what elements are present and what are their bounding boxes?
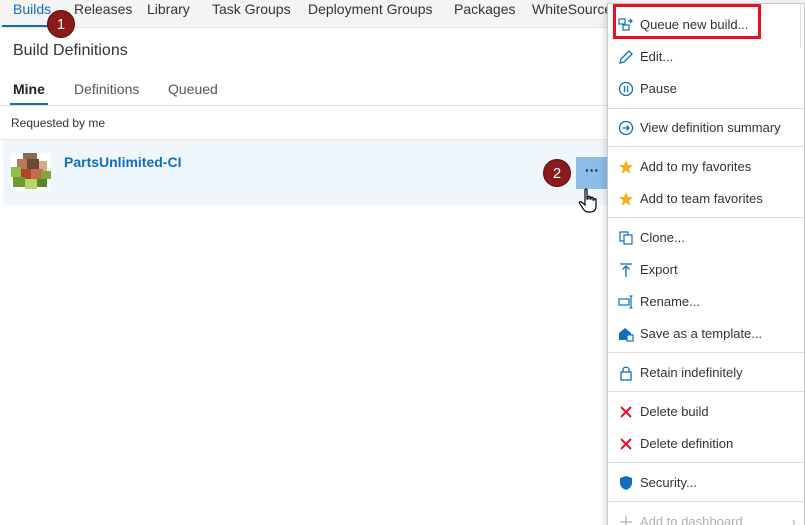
export-icon	[620, 263, 632, 277]
menu-item-security[interactable]: Security...	[608, 469, 804, 497]
menu-separator	[608, 217, 804, 218]
delete-icon	[620, 406, 632, 418]
menu-scroll-edge	[800, 3, 805, 48]
menu-item-clone[interactable]: Clone...	[608, 224, 804, 252]
menu-item-label: Delete build	[640, 404, 709, 419]
more-actions-button[interactable]: ···	[576, 157, 608, 189]
menu-item-label: Pause	[640, 81, 677, 96]
definition-row[interactable]: PartsUnlimited-CI ···	[3, 140, 608, 205]
menu-item-label: Save as a template...	[640, 326, 763, 341]
menu-item-view-definition-summary[interactable]: View definition summary	[608, 114, 804, 142]
menu-item-add-to-dashboard[interactable]: Add to dashboard ›	[608, 508, 804, 525]
menu-item-label: Rename...	[640, 294, 700, 309]
menu-item-label: Add to team favorites	[640, 191, 763, 206]
tab-deployment-groups[interactable]: Deployment Groups	[308, 0, 433, 28]
menu-item-rename[interactable]: Rename...	[608, 288, 804, 316]
menu-separator	[608, 501, 804, 502]
definition-name-link[interactable]: PartsUnlimited-CI	[64, 154, 181, 170]
menu-item-save-as-template[interactable]: Save as a template...	[608, 320, 804, 348]
menu-item-retain-indefinitely[interactable]: Retain indefinitely	[608, 359, 804, 387]
menu-item-pause[interactable]: Pause	[608, 75, 804, 103]
menu-item-label: View definition summary	[640, 120, 781, 135]
menu-item-delete-build[interactable]: Delete build	[608, 398, 804, 426]
menu-separator	[608, 352, 804, 353]
menu-item-label: Delete definition	[640, 436, 734, 451]
menu-item-label: Edit...	[640, 49, 674, 64]
callout-highlight-box	[613, 4, 761, 39]
subtab-queued[interactable]: Queued	[168, 81, 218, 97]
menu-separator	[608, 108, 804, 109]
page-title: Build Definitions	[13, 42, 128, 59]
menu-item-label: Add to dashboard	[640, 514, 743, 525]
menu-item-edit[interactable]: Edit...	[608, 43, 804, 71]
hand-cursor-icon	[578, 188, 597, 213]
subtab-definitions[interactable]: Definitions	[74, 81, 139, 97]
menu-item-delete-definition[interactable]: Delete definition	[608, 430, 804, 458]
menu-item-add-to-team-favorites[interactable]: Add to team favorites	[608, 185, 804, 213]
tab-whitesource[interactable]: WhiteSource	[532, 0, 612, 28]
template-icon	[619, 328, 634, 342]
callout-badge-1: 1	[47, 10, 75, 38]
shield-icon	[620, 476, 632, 490]
menu-separator	[608, 146, 804, 147]
pencil-icon	[619, 50, 633, 64]
chevron-right-icon: ›	[791, 514, 796, 525]
tab-releases[interactable]: Releases	[74, 0, 132, 28]
tab-library[interactable]: Library	[147, 0, 190, 28]
arrow-circle-icon	[618, 120, 634, 136]
section-label: Requested by me	[11, 116, 106, 130]
menu-item-label: Clone...	[640, 230, 685, 245]
tab-builds[interactable]: Builds	[13, 0, 51, 28]
menu-separator	[608, 462, 804, 463]
context-menu: Queue new build... Edit... Pause View de…	[607, 3, 805, 525]
subtab-mine[interactable]: Mine	[13, 81, 45, 97]
menu-item-label: Security...	[640, 475, 697, 490]
tab-packages[interactable]: Packages	[454, 0, 515, 28]
delete-icon	[620, 438, 632, 450]
clone-icon	[619, 231, 633, 245]
plus-icon	[620, 516, 632, 525]
menu-item-label: Retain indefinitely	[640, 365, 743, 380]
pause-icon	[618, 81, 634, 97]
callout-badge-2: 2	[543, 159, 571, 187]
star-icon	[619, 160, 633, 174]
avatar	[11, 153, 51, 191]
star-icon	[619, 192, 633, 206]
menu-item-add-to-my-favorites[interactable]: Add to my favorites	[608, 153, 804, 181]
menu-item-label: Export	[640, 262, 678, 277]
menu-item-export[interactable]: Export	[608, 256, 804, 284]
menu-item-label: Add to my favorites	[640, 159, 752, 174]
menu-separator	[608, 391, 804, 392]
divider	[0, 105, 607, 106]
tab-task-groups[interactable]: Task Groups	[212, 0, 291, 28]
lock-icon	[620, 366, 632, 381]
rename-icon	[618, 295, 633, 309]
